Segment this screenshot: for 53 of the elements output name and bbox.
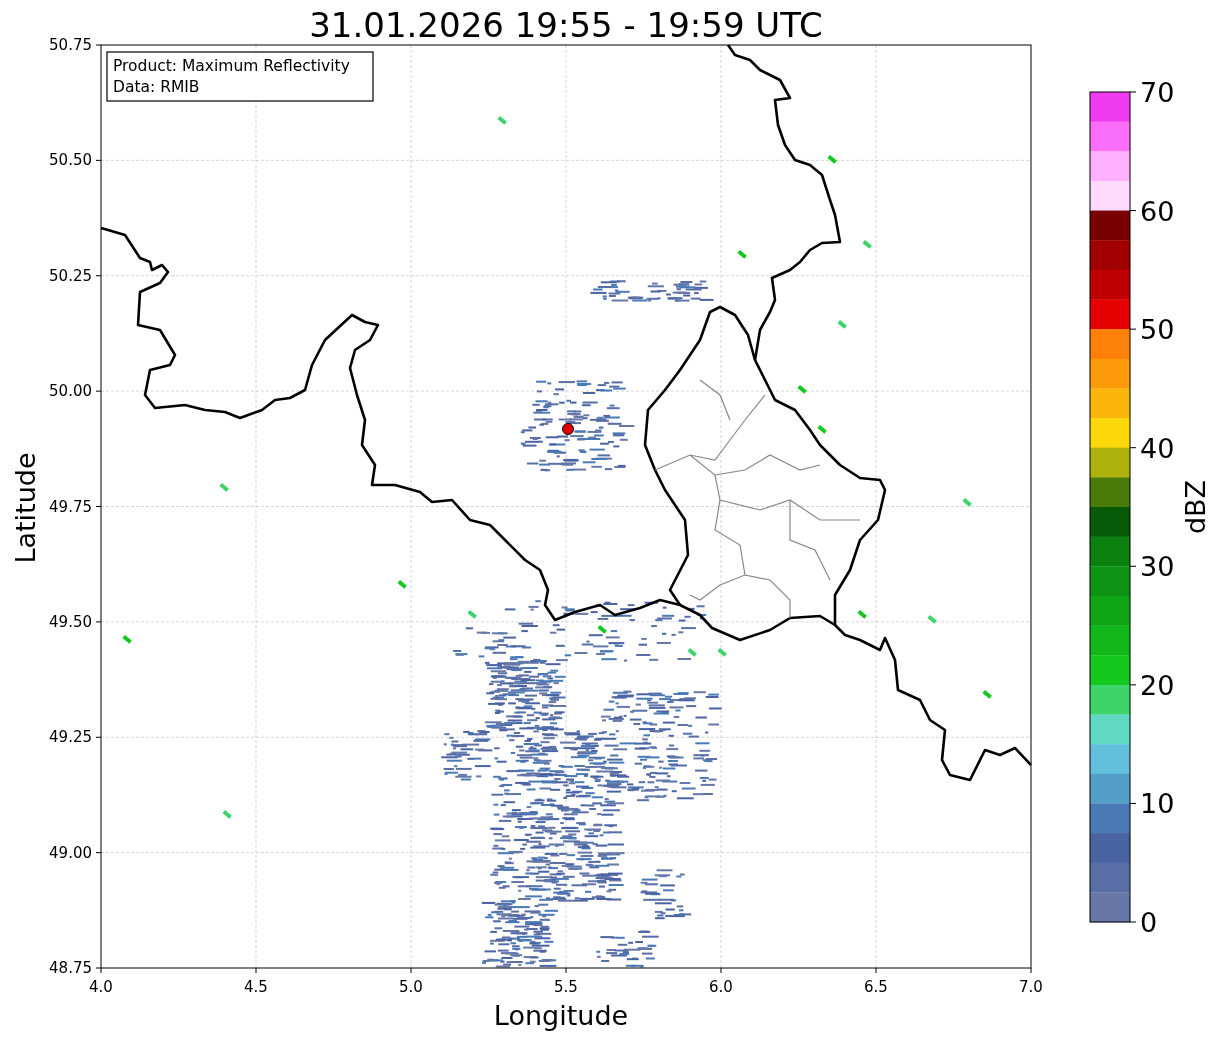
tick-mark [410,967,412,974]
x-axis-label: Longitude [493,1000,629,1031]
tick-mark [1129,91,1137,93]
colorbar-tick-label: 0 [1140,907,1158,938]
y-tick-label: 49.00 [49,843,92,862]
y-axis-label: Latitude [10,452,41,564]
tick-mark [95,506,102,507]
x-tick-label: 6.5 [864,978,888,996]
colorbar-tick-label: 60 [1140,195,1175,227]
tick-mark [95,736,102,738]
tick-mark [95,275,102,277]
chart-title: 31.01.2026 19:55 - 19:59 UTC [309,5,823,45]
y-tick-label: 49.75 [49,497,92,516]
tick-mark [255,967,257,974]
colorbar-tick-label: 20 [1140,669,1175,701]
tick-mark [1129,210,1137,212]
legend-text: Product: Maximum Reflectivity [113,57,350,75]
radar-site-marker [562,423,574,435]
y-tick-label: 49.25 [49,728,92,747]
tick-mark [95,852,102,854]
y-tick-label: 50.50 [49,151,92,170]
tick-mark [1129,684,1137,686]
x-tick-label: 4.0 [89,978,113,996]
x-tick-label: 5.0 [399,978,423,996]
tick-mark [95,390,102,392]
tick-mark [1129,328,1137,330]
x-tick-label: 5.5 [554,978,578,996]
tick-mark [1129,565,1137,567]
y-tick-label: 50.25 [49,266,92,285]
tick-mark [875,967,877,974]
tick-mark [95,44,102,46]
colorbar-tick-label: 30 [1140,551,1175,583]
y-tick-label: 50.00 [49,382,92,401]
colorbar-tick-label: 10 [1140,788,1175,820]
tick-mark [1129,921,1137,923]
legend-text: Data: RMIB [113,78,200,96]
tick-mark [95,159,102,161]
x-tick-label: 4.5 [244,978,268,996]
y-tick-label: 48.75 [49,959,92,977]
x-tick-label: 6.0 [709,978,733,996]
tick-mark [1129,447,1137,449]
colorbar-tick-label: 70 [1140,77,1175,108]
y-tick-label: 50.75 [49,36,92,54]
tick-mark [1129,802,1137,804]
x-tick-label: 7.0 [1019,978,1043,996]
tick-mark [565,967,567,974]
y-tick-label: 49.50 [49,612,92,631]
colorbar-tick-label: 50 [1140,314,1175,346]
colorbar-label: dBZ [1180,479,1211,535]
tick-mark [95,621,102,623]
tick-mark [720,967,722,974]
tick-mark [1030,967,1032,974]
colorbar-tick-label: 40 [1140,432,1175,464]
